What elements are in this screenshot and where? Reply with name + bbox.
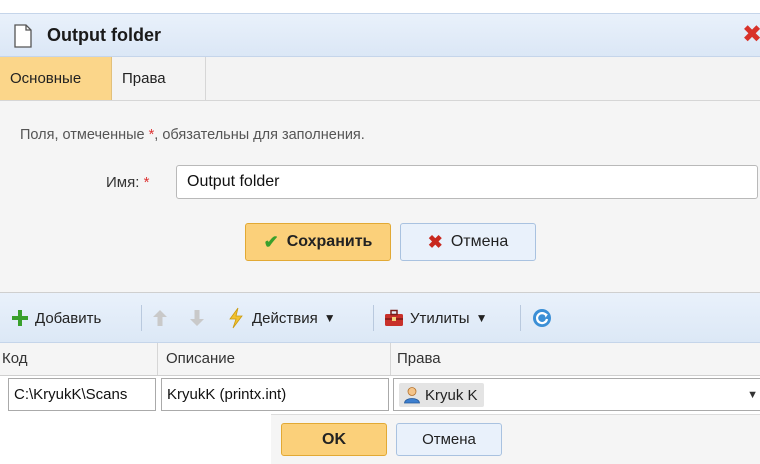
column-header-rights[interactable]: Права (391, 343, 760, 375)
move-down-button[interactable] (189, 293, 205, 343)
refresh-button[interactable] (532, 293, 552, 343)
rights-cell-select[interactable]: Kryuk K ▼ (393, 378, 760, 411)
actions-menu[interactable]: Действия ▼ (228, 293, 336, 343)
close-icon[interactable]: ✖ (742, 22, 760, 48)
code-cell-input[interactable] (8, 378, 156, 411)
checkmark-icon: ✔ (263, 231, 279, 252)
grid-header: Код Описание Права (0, 343, 760, 376)
dropdown-arrow-icon: ▼ (475, 311, 488, 325)
document-icon (14, 24, 32, 48)
name-label: Имя: * (106, 174, 150, 191)
dialog-title: Output folder (47, 25, 161, 45)
user-icon (404, 387, 420, 404)
table-row: Kryuk K ▼ (0, 376, 760, 414)
column-header-description[interactable]: Описание (158, 343, 391, 375)
chevron-down-icon[interactable]: ▼ (747, 389, 758, 401)
refresh-icon (533, 309, 551, 327)
ok-button[interactable]: OK (281, 423, 387, 456)
arrow-up-icon (153, 310, 167, 326)
utilities-menu[interactable]: Утилиты ▼ (384, 293, 487, 343)
lightning-icon (229, 307, 243, 329)
name-input[interactable] (176, 165, 758, 199)
arrow-down-icon (190, 310, 204, 326)
cancel-button[interactable]: ✖ Отмена (400, 223, 536, 261)
user-chip[interactable]: Kryuk K (399, 383, 484, 407)
tab-bar: Основные Права (0, 57, 760, 101)
row-cancel-button[interactable]: Отмена (396, 423, 502, 456)
tab-general[interactable]: Основные (0, 57, 112, 100)
cross-icon: ✖ (427, 231, 443, 252)
toolbar-separator (520, 305, 521, 331)
column-header-code[interactable]: Код (0, 343, 158, 375)
description-cell-input[interactable] (161, 378, 389, 411)
save-button[interactable]: ✔ Сохранить (245, 223, 391, 261)
plus-icon (12, 310, 28, 326)
row-editor-footer: OK Отмена (0, 414, 760, 464)
dialog-titlebar: Output folder ✖ (0, 13, 760, 57)
add-button[interactable]: Добавить (11, 293, 101, 343)
properties-form: Поля, отмеченные *, обязательны для запо… (0, 101, 760, 293)
required-fields-hint: Поля, отмеченные *, обязательны для запо… (20, 127, 365, 143)
grid-toolbar: Добавить Действия ▼ Утилиты ▼ (0, 293, 760, 343)
toolbar-separator (373, 305, 374, 331)
tab-rights[interactable]: Права (112, 57, 206, 100)
toolbar-separator (141, 305, 142, 331)
move-up-button[interactable] (152, 293, 168, 343)
dropdown-arrow-icon: ▼ (323, 311, 336, 325)
toolbox-icon (385, 309, 403, 326)
